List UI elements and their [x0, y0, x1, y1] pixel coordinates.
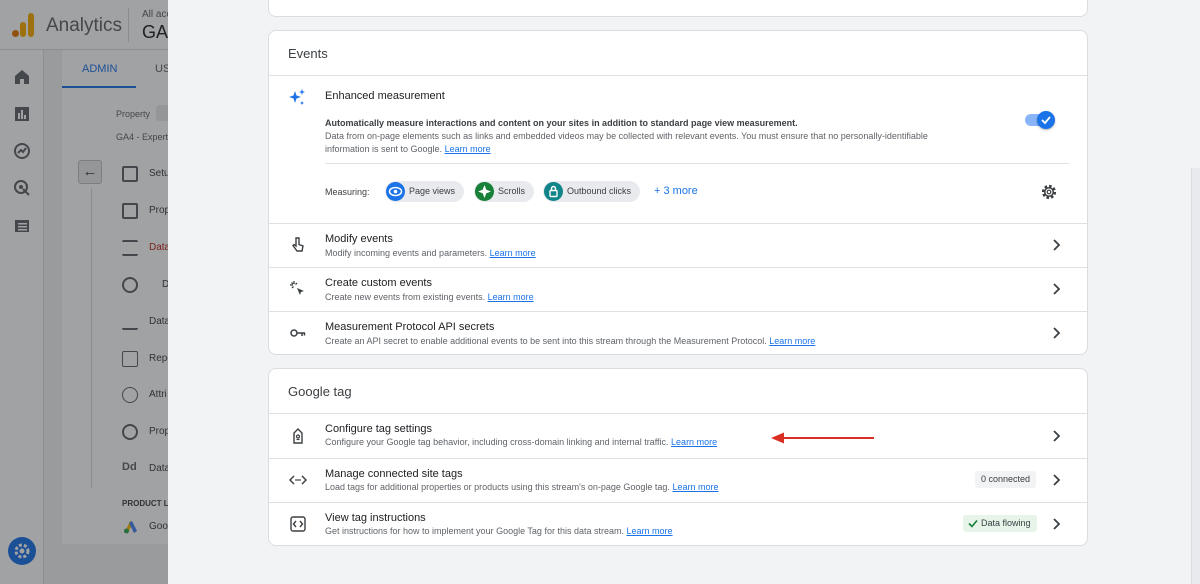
enhanced-measurement-summary: Automatically measure interactions and c… [325, 118, 798, 128]
chip-page-views[interactable]: Page views [385, 181, 465, 202]
chevron-right-icon[interactable] [1051, 517, 1061, 531]
google-tag-title: Google tag [288, 384, 352, 399]
divider [325, 163, 1069, 164]
divider [269, 75, 1087, 76]
key-icon [290, 329, 306, 337]
learn-more-link[interactable]: Learn more [672, 482, 718, 492]
previous-card [268, 0, 1088, 17]
sparkle-click-icon [290, 281, 304, 295]
row-title: Measurement Protocol API secrets [325, 321, 495, 333]
divider [269, 502, 1087, 503]
divider [269, 458, 1087, 459]
divider [269, 413, 1087, 414]
check-icon [1041, 116, 1051, 125]
more-events-link[interactable]: + 3 more [654, 185, 698, 197]
chevron-right-icon[interactable] [1051, 238, 1061, 252]
chip-scrolls[interactable]: Scrolls [474, 181, 535, 202]
learn-more-link[interactable]: Learn more [490, 248, 536, 258]
learn-more-link[interactable]: Learn more [488, 292, 534, 302]
divider [269, 267, 1087, 268]
row-subtitle: Create new events from existing events. … [325, 292, 534, 302]
sparkle-icon [289, 89, 305, 105]
events-card: Events Enhanced measurement Automaticall… [268, 30, 1088, 355]
chevron-right-icon[interactable] [1051, 282, 1061, 296]
touch-icon [292, 237, 304, 252]
scrollbar-track[interactable] [1191, 168, 1200, 584]
chevron-right-icon[interactable] [1051, 429, 1061, 443]
eye-icon [386, 182, 405, 201]
code-box-icon [290, 516, 306, 532]
row-title: Modify events [325, 233, 393, 245]
chevron-right-icon[interactable] [1051, 473, 1061, 487]
row-subtitle: Create an API secret to enable additiona… [325, 336, 816, 346]
learn-more-link[interactable]: Learn more [627, 526, 673, 536]
settings-gear-icon[interactable] [1040, 183, 1058, 201]
stream-details-drawer: Events Enhanced measurement Automaticall… [168, 0, 1200, 584]
row-title: View tag instructions [325, 512, 426, 524]
google-tag-card: Google tag Configure tag settings Config… [268, 368, 1088, 546]
divider [269, 223, 1087, 224]
chip-outbound-clicks[interactable]: Outbound clicks [543, 181, 641, 202]
enhanced-measurement-title: Enhanced measurement [325, 90, 445, 102]
row-title: Configure tag settings [325, 423, 433, 435]
divider [269, 311, 1087, 312]
learn-more-link[interactable]: Learn more [671, 437, 717, 447]
learn-more-link[interactable]: Learn more [769, 336, 815, 346]
events-title: Events [288, 46, 328, 61]
row-title: Create custom events [325, 277, 432, 289]
row-subtitle: Get instructions for how to implement yo… [325, 526, 673, 536]
compass-icon [475, 182, 494, 201]
annotation-arrow-icon [771, 432, 874, 444]
row-subtitle: Modify incoming events and parameters. L… [325, 248, 536, 258]
row-subtitle: Load tags for additional properties or p… [325, 482, 719, 492]
row-subtitle: Configure your Google tag behavior, incl… [325, 437, 718, 447]
measuring-label: Measuring: [325, 187, 370, 197]
learn-more-link[interactable]: Learn more [445, 144, 491, 154]
code-icon [289, 475, 307, 485]
data-flowing-badge: Data flowing [963, 515, 1037, 532]
enhanced-measurement-toggle[interactable] [1025, 111, 1055, 129]
connected-count-badge: 0 connected [975, 471, 1037, 488]
row-title: Manage connected site tags [325, 468, 463, 480]
chevron-right-icon[interactable] [1051, 326, 1061, 340]
lock-icon [544, 182, 563, 201]
tag-icon [293, 428, 303, 444]
enhanced-measurement-description: Data from on-page elements such as links… [325, 131, 928, 154]
check-icon [968, 519, 978, 528]
